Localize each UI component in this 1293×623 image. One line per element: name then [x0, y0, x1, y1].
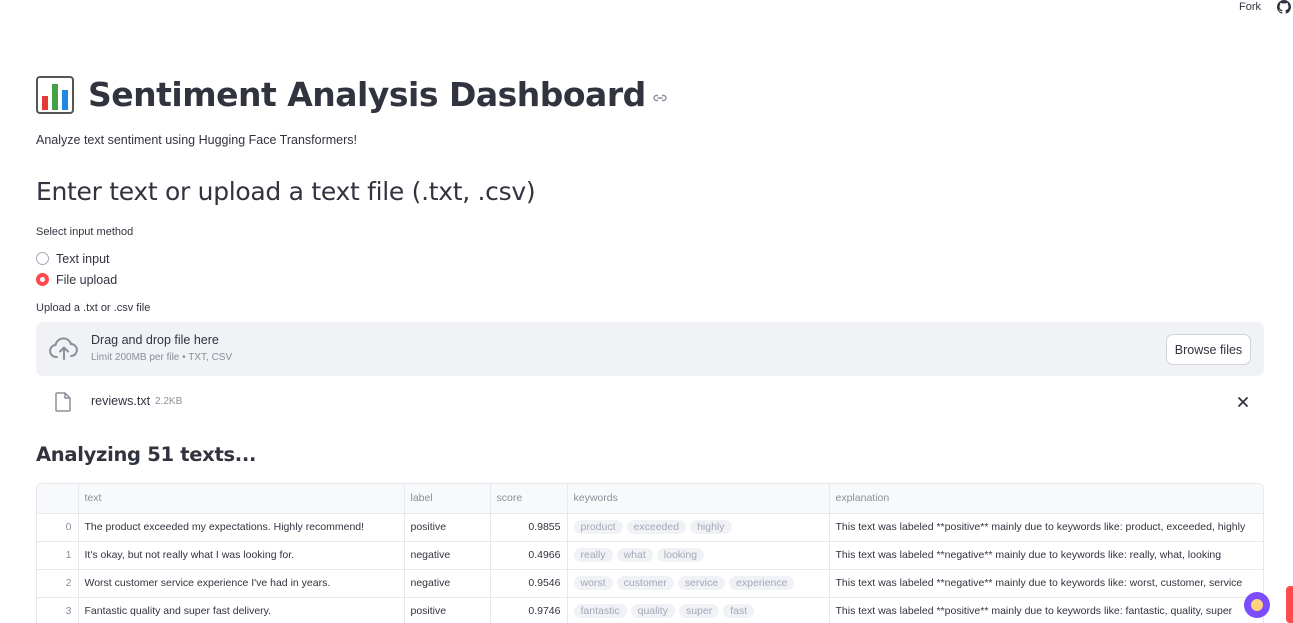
- assistant-icon: [1251, 599, 1263, 611]
- column-header-explanation[interactable]: explanation: [829, 484, 1263, 514]
- keywords-cell[interactable]: really what looking: [567, 541, 830, 570]
- text-cell[interactable]: Fantastic quality and super fast deliver…: [78, 597, 405, 623]
- column-header-keywords[interactable]: keywords: [567, 484, 830, 514]
- keywords-cell[interactable]: worst customer service experience: [567, 569, 830, 598]
- column-header-text[interactable]: text: [78, 484, 405, 514]
- column-header-label[interactable]: label: [404, 484, 491, 514]
- table-row[interactable]: 1 It's okay, but not really what I was lo…: [37, 541, 1263, 570]
- radio-option-text-input[interactable]: Text input: [36, 248, 117, 269]
- link-icon[interactable]: [652, 90, 668, 106]
- keyword-pill: worst: [573, 576, 613, 590]
- results-heading: Analyzing 51 texts...: [36, 443, 257, 466]
- github-icon[interactable]: [1277, 0, 1291, 14]
- label-cell[interactable]: negative: [404, 541, 491, 570]
- top-toolbar: Fork: [1239, 0, 1293, 14]
- row-index-cell[interactable]: 1: [37, 541, 79, 570]
- text-cell[interactable]: The product exceeded my expectations. Hi…: [78, 513, 405, 542]
- page-subtitle: Analyze text sentiment using Hugging Fac…: [36, 133, 357, 147]
- keyword-pill: super: [678, 604, 720, 618]
- row-index-cell[interactable]: 3: [37, 597, 79, 623]
- dropzone-limit: Limit 200MB per file • TXT, CSV: [91, 352, 233, 363]
- file-icon: [54, 392, 72, 412]
- cloud-upload-icon: [49, 336, 79, 362]
- label-cell[interactable]: positive: [404, 597, 491, 623]
- explanation-cell[interactable]: This text was labeled **negative** mainl…: [829, 541, 1263, 570]
- uploaded-file-size: 2.2KB: [155, 396, 183, 407]
- results-dataframe[interactable]: text label score keywords explanation 0T…: [36, 483, 1264, 623]
- dropzone-instructions: Drag and drop file here: [91, 333, 219, 347]
- input-method-radio-group: Text input File upload: [36, 248, 117, 290]
- side-edge-tab[interactable]: [1286, 586, 1293, 623]
- uploaded-file-name: reviews.txt: [91, 394, 151, 408]
- keyword-pill: product: [573, 520, 623, 534]
- keywords-cell[interactable]: fantastic quality super fast: [567, 597, 830, 623]
- keyword-pill: quality: [630, 604, 675, 618]
- file-dropzone[interactable]: Drag and drop file here Limit 200MB per …: [36, 322, 1264, 376]
- text-cell[interactable]: It's okay, but not really what I was loo…: [78, 541, 405, 570]
- label-cell[interactable]: positive: [404, 513, 491, 542]
- table-row[interactable]: 3 Fantastic quality and super fast delive…: [37, 597, 1263, 623]
- column-header-index[interactable]: [37, 484, 79, 514]
- radio-unchecked-icon[interactable]: [36, 252, 49, 265]
- radio-option-file-upload[interactable]: File upload: [36, 269, 117, 290]
- page-title: Sentiment Analysis Dashboard: [88, 75, 646, 114]
- keyword-pill: fast: [723, 604, 755, 618]
- label-cell[interactable]: negative: [404, 569, 491, 598]
- title-row: Sentiment Analysis Dashboard: [36, 75, 668, 114]
- row-index-cell[interactable]: 0: [37, 513, 79, 542]
- column-header-score[interactable]: score: [490, 484, 568, 514]
- keyword-pill: customer: [616, 576, 674, 590]
- uploader-label: Upload a .txt or .csv file: [36, 302, 151, 314]
- score-cell[interactable]: 0.9746: [490, 597, 568, 623]
- radio-group-label: Select input method: [36, 226, 134, 238]
- text-cell[interactable]: Worst customer service experience I've h…: [78, 569, 405, 598]
- radio-checked-icon[interactable]: [36, 273, 49, 286]
- fork-link[interactable]: Fork: [1239, 1, 1261, 13]
- keyword-pill: highly: [690, 520, 732, 534]
- keyword-pill: what: [616, 548, 653, 562]
- table-row[interactable]: 2 Worst customer service experience I've …: [37, 569, 1263, 598]
- remove-file-icon[interactable]: [1236, 395, 1250, 409]
- keyword-pill: experience: [729, 576, 795, 590]
- bar-chart-icon: [36, 75, 74, 114]
- keyword-pill: service: [677, 576, 726, 590]
- keyword-pill: looking: [656, 548, 705, 562]
- table-row[interactable]: 0 The product exceeded my expectations. H…: [37, 513, 1263, 542]
- score-cell[interactable]: 0.9855: [490, 513, 568, 542]
- score-cell[interactable]: 0.4966: [490, 541, 568, 570]
- keywords-cell[interactable]: product exceeded highly: [567, 513, 830, 542]
- table-header-row: text label score keywords explanation: [37, 484, 1263, 514]
- uploaded-file-row: reviews.txt 2.2KB: [36, 388, 1264, 416]
- keyword-pill: fantastic: [573, 604, 627, 618]
- explanation-cell[interactable]: This text was labeled **positive** mainl…: [829, 597, 1263, 623]
- score-cell[interactable]: 0.9546: [490, 569, 568, 598]
- keyword-pill: really: [573, 548, 613, 562]
- row-index-cell[interactable]: 2: [37, 569, 79, 598]
- radio-option-label: File upload: [56, 272, 118, 287]
- keyword-pill: exceeded: [626, 520, 687, 534]
- input-section-heading: Enter text or upload a text file (.txt, …: [36, 177, 536, 206]
- radio-option-label: Text input: [56, 251, 110, 266]
- explanation-cell[interactable]: This text was labeled **negative** mainl…: [829, 569, 1263, 598]
- assistant-fab-button[interactable]: [1244, 592, 1270, 618]
- explanation-cell[interactable]: This text was labeled **positive** mainl…: [829, 513, 1263, 542]
- browse-files-button[interactable]: Browse files: [1166, 334, 1251, 365]
